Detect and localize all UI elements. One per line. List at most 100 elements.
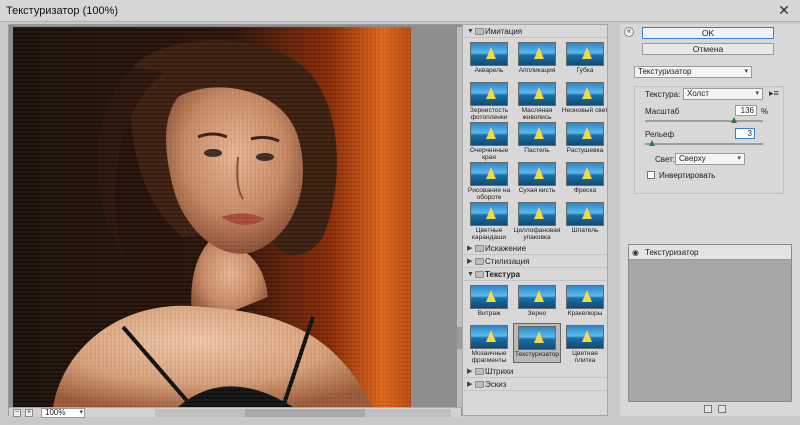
- scale-slider[interactable]: [645, 120, 763, 122]
- filter-thumbnail[interactable]: Текстуризатор: [513, 323, 561, 363]
- filter-thumbnail-label: Очерченные края: [469, 147, 509, 161]
- texture-menu-icon[interactable]: ▸≡: [769, 88, 779, 99]
- preview-pane: − + 100% ▾: [8, 24, 463, 418]
- gallery-group-header[interactable]: ▶ Эскиз: [463, 378, 607, 391]
- collapsed-triangle-icon[interactable]: ▶: [467, 255, 472, 268]
- horizontal-scrollbar[interactable]: [155, 409, 451, 417]
- folder-icon: [475, 28, 484, 35]
- light-select[interactable]: Сверху ▾: [675, 153, 745, 165]
- scale-slider-thumb[interactable]: [730, 117, 737, 123]
- filter-thumbnail[interactable]: Рисование на обороте: [465, 160, 513, 201]
- relief-input[interactable]: 3: [735, 128, 755, 139]
- sailboat-icon: [486, 87, 496, 99]
- filter-preview-image: [470, 42, 508, 66]
- filter-thumbnail[interactable]: Неоновый свет: [561, 80, 608, 120]
- collapsed-triangle-icon[interactable]: ▶: [467, 242, 472, 255]
- filter-thumbnail[interactable]: Цветная плитка: [561, 323, 607, 364]
- texture-select-value: Холст: [687, 89, 709, 98]
- filter-thumbnail[interactable]: Сухая кисть: [513, 160, 561, 200]
- sailboat-icon: [534, 290, 544, 302]
- gallery-group-header[interactable]: ▶ Искажение: [463, 242, 607, 255]
- filter-thumbnail-label: Пастель: [524, 147, 550, 154]
- sailboat-icon: [582, 330, 592, 342]
- filter-thumbnail[interactable]: Зерно: [513, 283, 561, 323]
- filter-thumbnail[interactable]: Аппликация: [513, 40, 561, 80]
- filter-preview-image: [566, 285, 604, 309]
- expanded-triangle-icon[interactable]: ▼: [467, 268, 474, 281]
- sailboat-icon: [534, 331, 544, 343]
- filter-thumbnail[interactable]: Кракелюры: [561, 283, 607, 323]
- gallery-group-header[interactable]: ▼ Имитация: [463, 25, 607, 38]
- effect-layer-row[interactable]: ◉ Текстуризатор: [629, 245, 791, 260]
- close-icon[interactable]: ✕: [774, 2, 794, 18]
- filter-select[interactable]: Текстуризатор ▾: [634, 66, 752, 78]
- gallery-thumbnails: Акварель Аппликация Губка Зернистость фотоп…: [463, 38, 607, 242]
- relief-slider[interactable]: [645, 143, 763, 145]
- light-select-value: Сверху: [679, 154, 706, 163]
- filter-thumbnail-label: Текстуризатор: [514, 351, 560, 358]
- filter-thumbnail[interactable]: Шпатель: [561, 200, 607, 240]
- gallery-group-label: Эскиз: [485, 380, 507, 389]
- filter-thumbnail[interactable]: Растушевка: [561, 120, 607, 160]
- invert-label: Инвертировать: [659, 171, 716, 180]
- eye-icon[interactable]: ◉: [632, 245, 639, 260]
- filter-thumbnail[interactable]: Зернистость фотопленки: [465, 80, 513, 121]
- filter-thumbnail-label: Неоновый свет: [561, 107, 608, 114]
- scale-input[interactable]: 136: [735, 105, 757, 116]
- filter-preview-image: [470, 285, 508, 309]
- collapsed-triangle-icon[interactable]: ▶: [467, 365, 472, 378]
- filter-thumbnail[interactable]: Целлофановая упаковка: [513, 200, 561, 241]
- filter-thumbnail[interactable]: Витраж: [465, 283, 513, 323]
- sailboat-icon: [534, 47, 544, 59]
- filter-thumbnail-label: Фреска: [573, 187, 597, 194]
- sailboat-icon: [486, 290, 496, 302]
- texture-select[interactable]: Холст ▾: [683, 88, 763, 100]
- filter-thumbnail[interactable]: Мозаичные фрагменты: [465, 323, 513, 364]
- gallery-group-label: Искажение: [485, 244, 527, 253]
- collapse-gallery-icon[interactable]: «: [624, 27, 634, 37]
- filter-preview-image: [518, 162, 556, 186]
- filter-preview-image: [470, 162, 508, 186]
- relief-slider-thumb[interactable]: [649, 140, 656, 146]
- filter-preview-image: [518, 42, 556, 66]
- filter-thumbnail-label: Масляная живопись: [521, 107, 553, 121]
- zoom-in-button[interactable]: +: [25, 409, 33, 417]
- collapsed-triangle-icon[interactable]: ▶: [467, 378, 472, 391]
- filter-thumbnail[interactable]: Губка: [561, 40, 607, 80]
- filter-thumbnail-label: Зернистость фотопленки: [469, 107, 509, 121]
- filter-preview-image: [566, 202, 604, 226]
- chevron-down-icon: ▾: [737, 155, 741, 162]
- filter-thumbnail[interactable]: Пастель: [513, 120, 561, 160]
- gallery-group-header[interactable]: ▶ Штрихи: [463, 365, 607, 378]
- filter-preview-image: [566, 42, 604, 66]
- invert-checkbox[interactable]: [647, 171, 655, 179]
- sailboat-icon: [582, 167, 592, 179]
- sailboat-icon: [486, 167, 496, 179]
- horizontal-scroll-thumb[interactable]: [245, 409, 365, 417]
- filter-preview-image: [518, 82, 556, 106]
- cancel-button[interactable]: Отмена: [642, 43, 774, 55]
- filter-thumbnail[interactable]: Масляная живопись: [513, 80, 561, 121]
- effect-layers-panel: ◉ Текстуризатор: [628, 244, 792, 402]
- ok-button[interactable]: OK: [642, 27, 774, 39]
- gallery-group-header[interactable]: ▶ Стилизация: [463, 255, 607, 268]
- expanded-triangle-icon[interactable]: ▼: [467, 25, 474, 38]
- chevron-down-icon: ▾: [744, 68, 748, 75]
- new-effect-layer-icon[interactable]: [704, 405, 712, 413]
- filter-thumbnail[interactable]: Фреска: [561, 160, 607, 200]
- delete-effect-layer-icon[interactable]: [718, 405, 726, 413]
- zoom-select[interactable]: 100% ▾: [41, 408, 85, 418]
- filter-thumbnail-label: Растушевка: [566, 147, 604, 154]
- filter-thumbnail-label: Цветные карандаши: [471, 227, 507, 241]
- filter-thumbnail-label: Цветная плитка: [572, 350, 598, 364]
- filter-thumbnail[interactable]: Очерченные края: [465, 120, 513, 161]
- filter-thumbnail-label: Губка: [576, 67, 594, 74]
- preview-image[interactable]: [13, 27, 411, 407]
- zoom-out-button[interactable]: −: [13, 409, 21, 417]
- filter-thumbnail[interactable]: Акварель: [465, 40, 513, 80]
- window-title: Текстуризатор (100%): [6, 5, 119, 17]
- filter-thumbnail-label: Шпатель: [571, 227, 599, 234]
- filter-preview-image: [566, 325, 604, 349]
- gallery-group-header[interactable]: ▼ Текстура: [463, 268, 607, 281]
- filter-thumbnail[interactable]: Цветные карандаши: [465, 200, 513, 241]
